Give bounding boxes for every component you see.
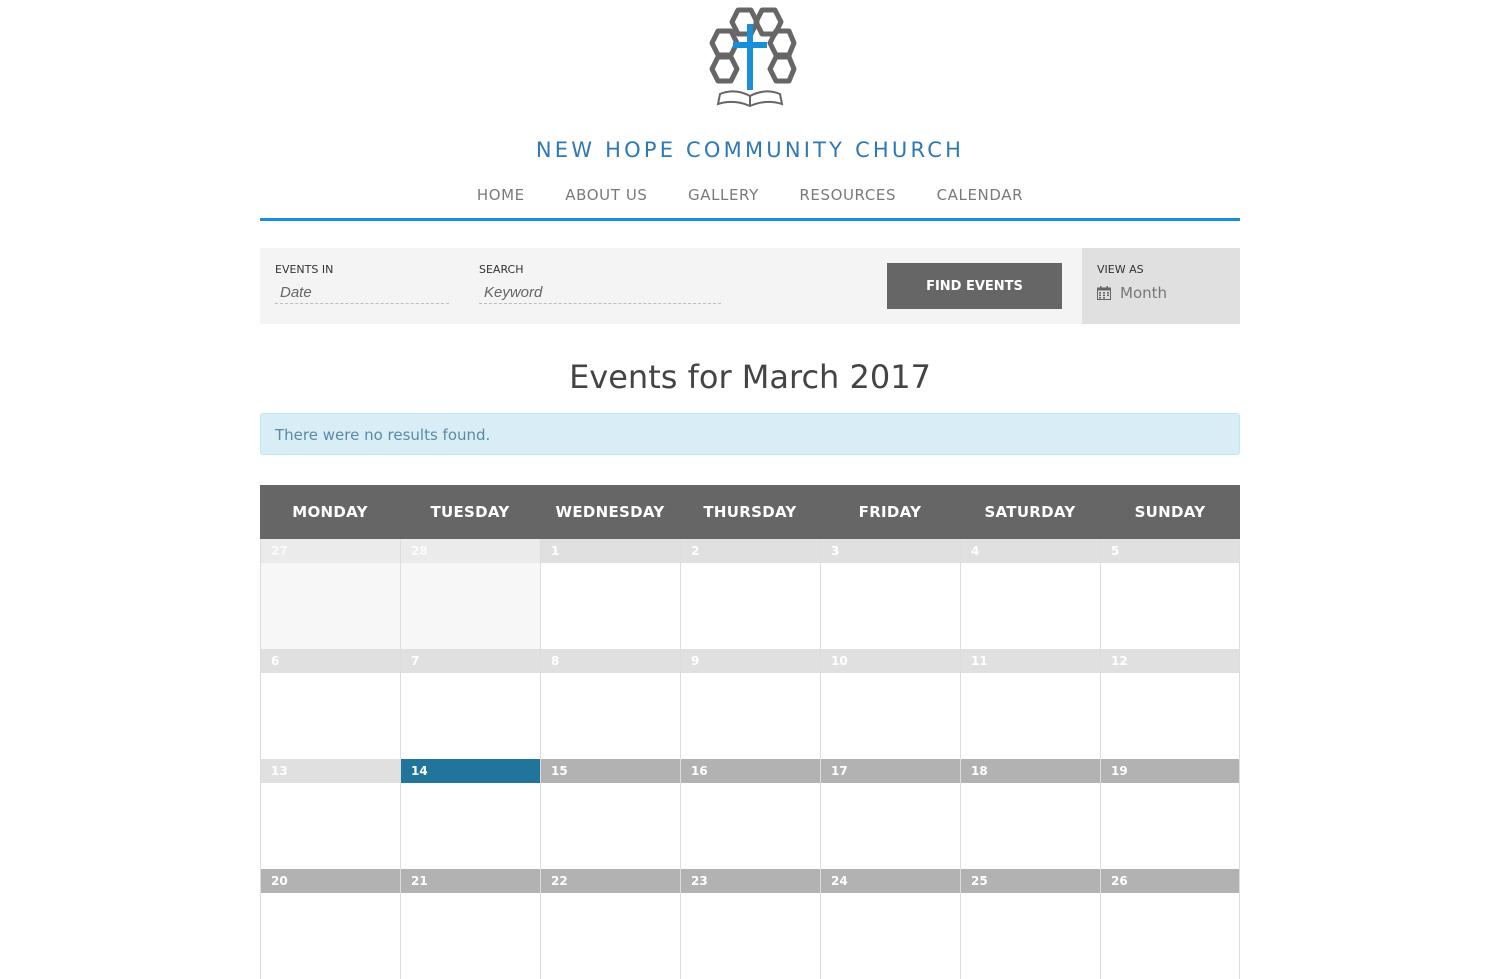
day-number[interactable]: 5: [1101, 539, 1239, 563]
calendar-day-cell[interactable]: 10: [820, 649, 960, 759]
weekday-monday: MONDAY: [292, 503, 368, 521]
calendar-day-cell[interactable]: 15: [540, 759, 680, 869]
view-as-selector[interactable]: VIEW AS Month: [1082, 248, 1240, 324]
calendar-icon: [1097, 286, 1111, 300]
nav-resources[interactable]: RESOURCES: [799, 186, 896, 204]
calendar-day-cell[interactable]: 3: [820, 539, 960, 649]
day-number[interactable]: 1: [541, 539, 680, 563]
day-number[interactable]: 4: [961, 539, 1100, 563]
day-number[interactable]: 23: [681, 869, 820, 893]
nav-gallery[interactable]: GALLERY: [688, 186, 759, 204]
calendar-day-cell[interactable]: 9: [680, 649, 820, 759]
calendar-grid: 27 28 1 2 3 4 5 6 7 8 9 10 11 12 13 14 15 16 17 18 19 20 21 22 2…: [260, 539, 1240, 979]
calendar-day-cell[interactable]: 26: [1100, 869, 1240, 979]
calendar-day-cell[interactable]: 17: [820, 759, 960, 869]
calendar-day-cell[interactable]: 22: [540, 869, 680, 979]
date-input[interactable]: [275, 281, 449, 304]
event-filter-bar: EVENTS IN SEARCH FIND EVENTS VIEW AS Mon…: [260, 248, 1240, 324]
day-number[interactable]: 3: [821, 539, 960, 563]
day-number[interactable]: 14: [401, 759, 540, 783]
day-number[interactable]: 28: [401, 539, 540, 563]
day-number[interactable]: 24: [821, 869, 960, 893]
calendar-day-cell[interactable]: 18: [960, 759, 1100, 869]
calendar-day-cell[interactable]: 1: [540, 539, 680, 649]
calendar-day-cell[interactable]: 12: [1100, 649, 1240, 759]
day-number[interactable]: 25: [961, 869, 1100, 893]
day-number[interactable]: 21: [401, 869, 540, 893]
day-number[interactable]: 12: [1101, 649, 1239, 673]
weekday-friday: FRIDAY: [858, 503, 922, 521]
day-number[interactable]: 15: [541, 759, 680, 783]
calendar-day-cell[interactable]: 8: [540, 649, 680, 759]
month-calendar: MONDAY TUESDAY WEDNESDAY THURSDAY FRIDAY…: [260, 485, 1240, 979]
notice-text: There were no results found.: [275, 426, 491, 444]
day-number[interactable]: 13: [261, 759, 400, 783]
calendar-day-cell[interactable]: 5: [1100, 539, 1240, 649]
calendar-day-cell[interactable]: 2: [680, 539, 820, 649]
nav-about-us[interactable]: ABOUT US: [565, 186, 647, 204]
day-number[interactable]: 2: [681, 539, 820, 563]
weekday-sunday: SUNDAY: [1134, 503, 1206, 521]
calendar-day-cell[interactable]: 14: [400, 759, 540, 869]
view-as-value: Month: [1120, 284, 1168, 302]
day-number[interactable]: 7: [401, 649, 540, 673]
view-as-label: VIEW AS: [1097, 263, 1144, 276]
weekday-tuesday: TUESDAY: [430, 503, 510, 521]
calendar-day-cell[interactable]: 21: [400, 869, 540, 979]
search-label: SEARCH: [479, 263, 524, 276]
day-number[interactable]: 11: [961, 649, 1100, 673]
site-title[interactable]: NEW HOPE COMMUNITY CHURCH: [0, 138, 1500, 162]
calendar-day-cell[interactable]: 20: [260, 869, 400, 979]
calendar-day-cell[interactable]: 7: [400, 649, 540, 759]
weekday-saturday: SATURDAY: [984, 503, 1076, 521]
day-number[interactable]: 9: [681, 649, 820, 673]
nav-calendar[interactable]: CALENDAR: [937, 186, 1024, 204]
nav-home[interactable]: HOME: [477, 186, 525, 204]
day-number[interactable]: 18: [961, 759, 1100, 783]
page: NEW HOPE COMMUNITY CHURCH HOME ABOUT US …: [0, 0, 1500, 979]
day-number[interactable]: 22: [541, 869, 680, 893]
calendar-week-row: 6 7 8 9 10 11 12: [260, 649, 1240, 759]
calendar-day-cell[interactable]: 11: [960, 649, 1100, 759]
no-results-notice: There were no results found.: [260, 413, 1240, 455]
day-number[interactable]: 27: [261, 539, 400, 563]
day-number[interactable]: 6: [261, 649, 400, 673]
day-number[interactable]: 8: [541, 649, 680, 673]
weekday-wednesday: WEDNESDAY: [555, 503, 665, 521]
page-title: Events for March 2017: [569, 358, 931, 396]
calendar-day-cell[interactable]: 16: [680, 759, 820, 869]
calendar-week-row: 27 28 1 2 3 4 5: [260, 539, 1240, 649]
nav-divider: [260, 218, 1240, 221]
day-number[interactable]: 19: [1101, 759, 1239, 783]
calendar-day-cell[interactable]: 27: [260, 539, 400, 649]
day-number[interactable]: 17: [821, 759, 960, 783]
calendar-week-row: 13 14 15 16 17 18 19: [260, 759, 1240, 869]
find-events-button[interactable]: FIND EVENTS: [887, 263, 1062, 309]
day-number[interactable]: 10: [821, 649, 960, 673]
weekday-thursday: THURSDAY: [703, 503, 797, 521]
events-in-label: EVENTS IN: [275, 263, 334, 276]
church-logo-icon[interactable]: [700, 6, 800, 110]
calendar-day-cell[interactable]: 19: [1100, 759, 1240, 869]
calendar-day-cell[interactable]: 13: [260, 759, 400, 869]
calendar-day-cell[interactable]: 4: [960, 539, 1100, 649]
day-number[interactable]: 16: [681, 759, 820, 783]
calendar-header: MONDAY TUESDAY WEDNESDAY THURSDAY FRIDAY…: [260, 485, 1240, 539]
calendar-day-cell[interactable]: 24: [820, 869, 960, 979]
keyword-input[interactable]: [479, 281, 721, 304]
calendar-day-cell[interactable]: 25: [960, 869, 1100, 979]
day-number[interactable]: 20: [261, 869, 400, 893]
calendar-day-cell[interactable]: 6: [260, 649, 400, 759]
main-nav: HOME ABOUT US GALLERY RESOURCES CALENDAR: [260, 186, 1240, 205]
day-number[interactable]: 26: [1101, 869, 1239, 893]
calendar-week-row: 20 21 22 23 24 25 26: [260, 869, 1240, 979]
calendar-day-cell[interactable]: 28: [400, 539, 540, 649]
calendar-day-cell[interactable]: 23: [680, 869, 820, 979]
